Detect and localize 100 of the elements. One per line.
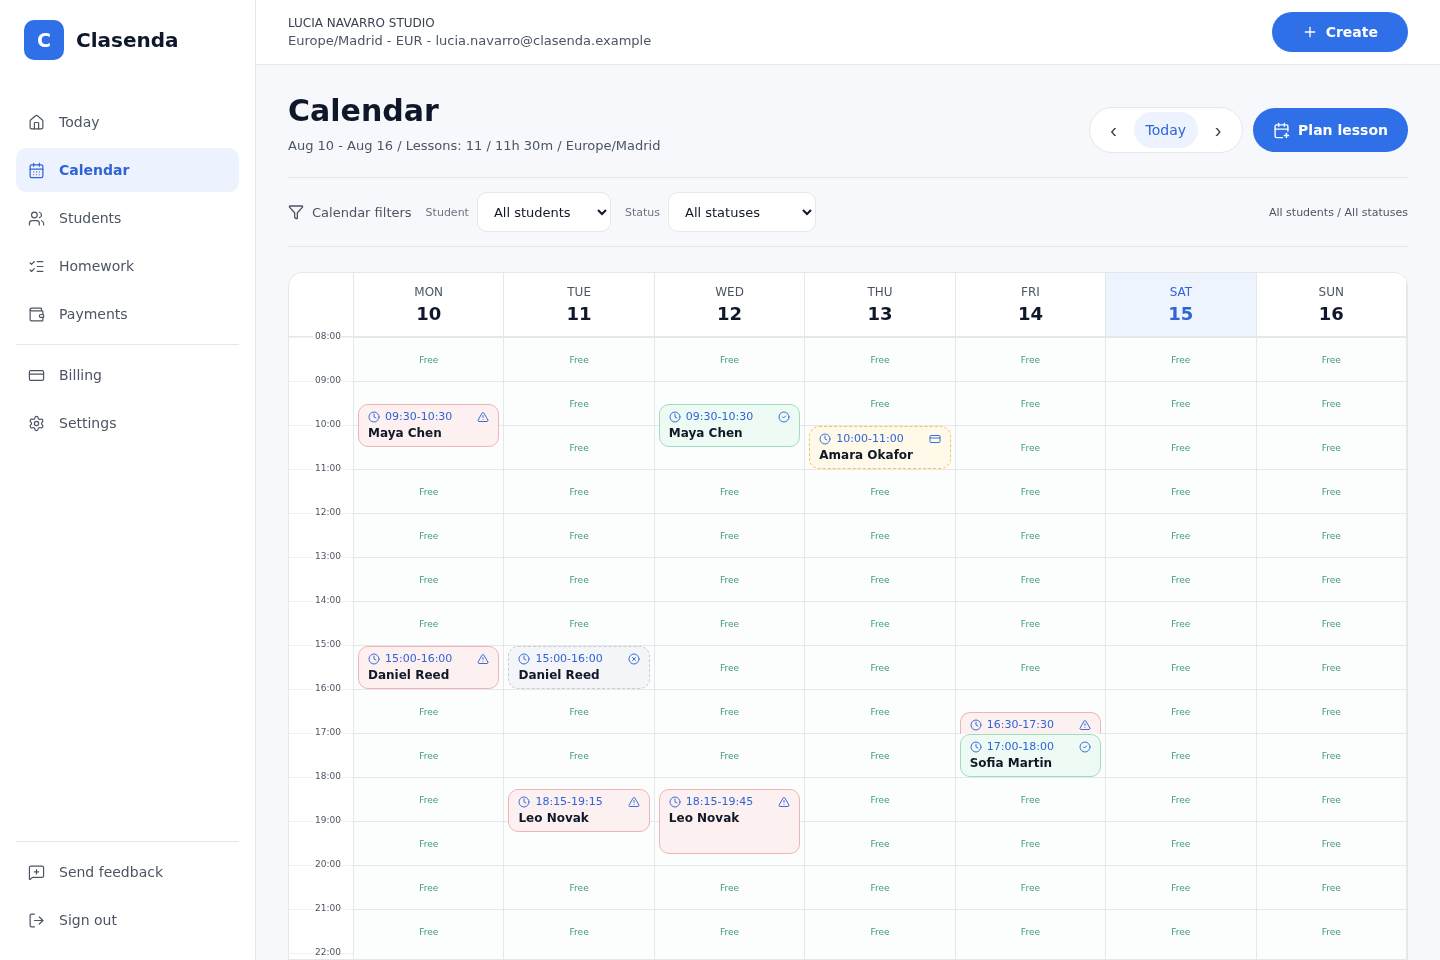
free-slot-label[interactable]: Free	[870, 486, 890, 497]
free-slot-label[interactable]: Free	[720, 706, 740, 717]
free-slot-label[interactable]: Free	[1321, 530, 1341, 541]
nav-item[interactable]: Send feedback	[16, 850, 239, 894]
free-slot-label[interactable]: Free	[1171, 706, 1191, 717]
free-slot-label[interactable]: Free	[1321, 442, 1341, 453]
nav-item[interactable]: Students	[16, 196, 239, 240]
lesson-card[interactable]: 17:00-18:00 Sofia Martin	[959, 734, 1102, 777]
free-slot-label[interactable]: Free	[1321, 838, 1341, 849]
free-slot-label[interactable]: Free	[1171, 442, 1191, 453]
free-slot-label[interactable]: Free	[1020, 662, 1040, 673]
free-slot-label[interactable]: Free	[870, 618, 890, 629]
free-slot-label[interactable]: Free	[419, 794, 439, 805]
free-slot-label[interactable]: Free	[870, 398, 890, 409]
free-slot-label[interactable]: Free	[1171, 838, 1191, 849]
status-select[interactable]: All statuses	[668, 192, 816, 232]
free-slot-label[interactable]: Free	[870, 706, 890, 717]
lesson-card[interactable]: 09:30-10:30 Maya Chen	[358, 404, 500, 447]
nav-item[interactable]: Homework	[16, 244, 239, 288]
free-slot-label[interactable]: Free	[870, 662, 890, 673]
free-slot-label[interactable]: Free	[569, 750, 589, 761]
free-slot-label[interactable]: Free	[1321, 574, 1341, 585]
free-slot-label[interactable]: Free	[720, 574, 740, 585]
free-slot-label[interactable]: Free	[1020, 442, 1040, 453]
free-slot-label[interactable]: Free	[1171, 530, 1191, 541]
lesson-card[interactable]: 16:30-17:30	[959, 712, 1102, 734]
previous-week-button[interactable]: ‹	[1097, 114, 1130, 146]
free-slot-label[interactable]: Free	[1321, 794, 1341, 805]
free-slot-label[interactable]: Free	[1020, 398, 1040, 409]
free-slot-label[interactable]: Free	[1321, 618, 1341, 629]
free-slot-label[interactable]: Free	[720, 618, 740, 629]
free-slot-label[interactable]: Free	[569, 574, 589, 585]
free-slot-label[interactable]: Free	[1020, 926, 1040, 937]
free-slot-label[interactable]: Free	[419, 926, 439, 937]
free-slot-label[interactable]: Free	[1321, 662, 1341, 673]
free-slot-label[interactable]: Free	[720, 354, 740, 365]
day-header[interactable]: THU 13	[805, 273, 956, 337]
free-slot-label[interactable]: Free	[720, 750, 740, 761]
free-slot-label[interactable]: Free	[870, 882, 890, 893]
free-slot-label[interactable]: Free	[569, 398, 589, 409]
free-slot-label[interactable]: Free	[1321, 882, 1341, 893]
free-slot-label[interactable]: Free	[1171, 618, 1191, 629]
free-slot-label[interactable]: Free	[419, 486, 439, 497]
day-header[interactable]: SAT 15	[1106, 273, 1257, 337]
free-slot-label[interactable]: Free	[1020, 794, 1040, 805]
free-slot-label[interactable]: Free	[419, 838, 439, 849]
free-slot-label[interactable]: Free	[870, 574, 890, 585]
lesson-card[interactable]: 09:30-10:30 Maya Chen	[658, 404, 801, 447]
free-slot-label[interactable]: Free	[870, 838, 890, 849]
free-slot-label[interactable]: Free	[1171, 926, 1191, 937]
day-header[interactable]: SUN 16	[1256, 273, 1407, 337]
free-slot-label[interactable]: Free	[720, 486, 740, 497]
free-slot-label[interactable]: Free	[1020, 354, 1040, 365]
free-slot-label[interactable]: Free	[870, 926, 890, 937]
free-slot-label[interactable]: Free	[419, 354, 439, 365]
nav-item[interactable]: Payments	[16, 292, 239, 336]
free-slot-label[interactable]: Free	[1171, 750, 1191, 761]
free-slot-label[interactable]: Free	[1321, 926, 1341, 937]
next-week-button[interactable]: ›	[1202, 114, 1235, 146]
free-slot-label[interactable]: Free	[569, 442, 589, 453]
create-button[interactable]: Create	[1271, 12, 1408, 52]
free-slot-label[interactable]: Free	[1020, 530, 1040, 541]
free-slot-label[interactable]: Free	[569, 354, 589, 365]
free-slot-label[interactable]: Free	[569, 486, 589, 497]
free-slot-label[interactable]: Free	[720, 882, 740, 893]
free-slot-label[interactable]: Free	[1321, 354, 1341, 365]
free-slot-label[interactable]: Free	[870, 354, 890, 365]
free-slot-label[interactable]: Free	[1171, 354, 1191, 365]
lesson-card[interactable]: 15:00-16:00 Daniel Reed	[508, 646, 650, 689]
free-slot-label[interactable]: Free	[1020, 574, 1040, 585]
free-slot-label[interactable]: Free	[1020, 838, 1040, 849]
free-slot-label[interactable]: Free	[870, 530, 890, 541]
free-slot-label[interactable]: Free	[720, 530, 740, 541]
free-slot-label[interactable]: Free	[720, 662, 740, 673]
free-slot-label[interactable]: Free	[419, 618, 439, 629]
free-slot-label[interactable]: Free	[419, 882, 439, 893]
day-header[interactable]: TUE 11	[504, 273, 655, 337]
free-slot-label[interactable]: Free	[1321, 486, 1341, 497]
nav-item[interactable]: Today	[16, 100, 239, 144]
free-slot-label[interactable]: Free	[569, 882, 589, 893]
free-slot-label[interactable]: Free	[870, 750, 890, 761]
student-select[interactable]: All students	[476, 192, 611, 232]
lesson-card[interactable]: 15:00-16:00 Daniel Reed	[358, 646, 500, 689]
free-slot-label[interactable]: Free	[1171, 794, 1191, 805]
free-slot-label[interactable]: Free	[419, 706, 439, 717]
day-header[interactable]: FRI 14	[955, 273, 1107, 337]
free-slot-label[interactable]: Free	[1020, 618, 1040, 629]
free-slot-label[interactable]: Free	[419, 750, 439, 761]
free-slot-label[interactable]: Free	[1020, 882, 1040, 893]
free-slot-label[interactable]: Free	[569, 926, 589, 937]
free-slot-label[interactable]: Free	[1171, 398, 1191, 409]
free-slot-label[interactable]: Free	[419, 574, 439, 585]
lesson-card[interactable]: 10:00-11:00 Amara Okafor	[809, 426, 951, 469]
day-header[interactable]: WED 12	[654, 273, 806, 337]
day-header[interactable]: MON 10	[354, 273, 505, 337]
nav-item[interactable]: Billing	[16, 353, 239, 397]
nav-item[interactable]: Sign out	[16, 898, 239, 942]
lesson-card[interactable]: 18:15-19:15 Leo Novak	[508, 789, 650, 832]
free-slot-label[interactable]: Free	[870, 794, 890, 805]
free-slot-label[interactable]: Free	[1171, 486, 1191, 497]
